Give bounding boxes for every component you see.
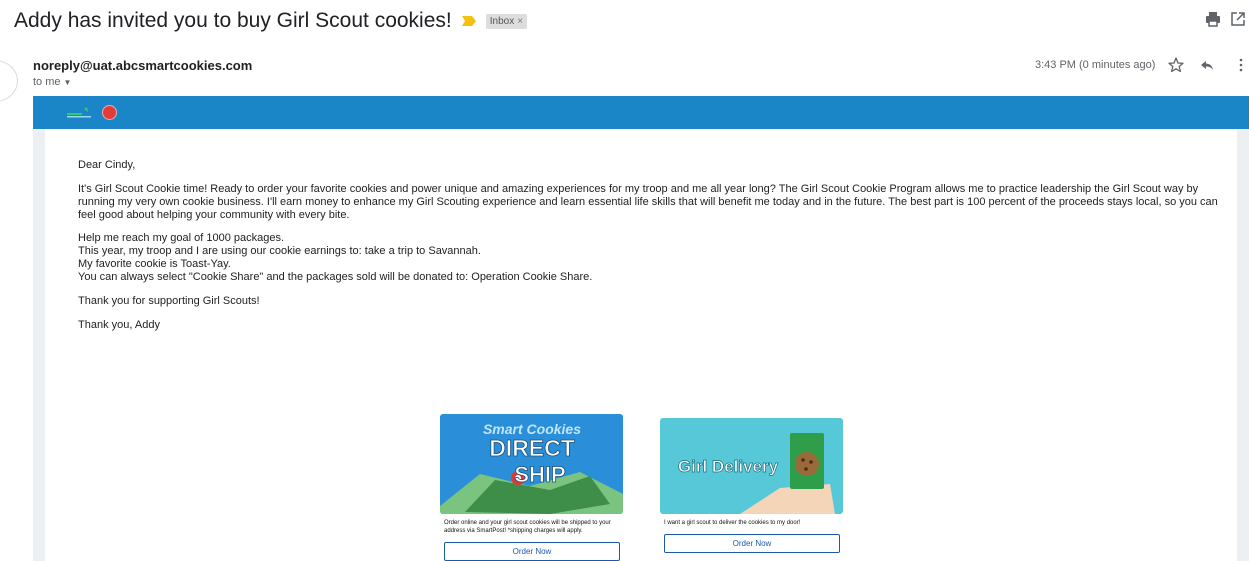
letter-favorite-line: My favorite cookie is Toast-Yay.	[78, 258, 231, 270]
email-body-frame: Dear Cindy, It's Girl Scout Cookie time!…	[33, 96, 1249, 561]
direct-ship-order-button[interactable]: Order Now	[444, 542, 620, 561]
remove-label-icon[interactable]: ×	[517, 16, 523, 27]
letter-goal-line: Help me reach my goal of 1000 packages.	[78, 232, 285, 244]
recipient-details[interactable]: to me ▼	[33, 76, 71, 88]
sender-avatar	[0, 60, 18, 102]
more-vertical-icon[interactable]	[1232, 56, 1249, 74]
girl-delivery-image[interactable]: Girl Delivery	[660, 418, 843, 514]
reply-icon[interactable]	[1198, 56, 1216, 74]
letter-intro-paragraph: It's Girl Scout Cookie time! Ready to or…	[78, 183, 1218, 221]
direct-ship-description: Order online and your girl scout cookies…	[444, 520, 611, 534]
abc-smart-cookies-logo	[102, 105, 117, 120]
girl-delivery-description: I want a girl scout to deliver the cooki…	[664, 520, 801, 526]
sender-address[interactable]: noreply@uat.abcsmartcookies.com	[33, 58, 252, 73]
email-subject-row: Addy has invited you to buy Girl Scout c…	[14, 6, 528, 36]
letter-body: Dear Cindy, It's Girl Scout Cookie time!…	[78, 159, 1228, 332]
print-icon[interactable]	[1205, 11, 1221, 27]
direct-ship-subtitle-text: SHIP	[514, 462, 565, 487]
direct-ship-image[interactable]: Smart Cookies DIRECT SHIP	[440, 414, 623, 514]
girl-scouts-logo	[67, 106, 93, 120]
girl-delivery-title-text: Girl Delivery	[678, 457, 779, 476]
letter-cookie-share-line: You can always select "Cookie Share" and…	[78, 271, 593, 283]
letter-thanks-line: Thank you for supporting Girl Scouts!	[78, 295, 260, 307]
chevron-down-icon[interactable]: ▼	[64, 78, 72, 87]
letter-signoff: Thank you, Addy	[78, 319, 160, 331]
email-header-bar	[33, 96, 1249, 129]
recipient-label: to me	[33, 76, 61, 88]
inbox-label-text: Inbox	[489, 15, 515, 27]
star-icon[interactable]	[1167, 56, 1185, 74]
email-timestamp: 3:43 PM (0 minutes ago)	[1035, 59, 1156, 71]
letter-earnings-line: This year, my troop and I are using our …	[78, 245, 481, 257]
email-content-card: Dear Cindy, It's Girl Scout Cookie time!…	[45, 129, 1237, 561]
girl-delivery-order-button[interactable]: Order Now	[664, 534, 840, 553]
direct-ship-title-text: DIRECT	[489, 435, 575, 461]
importance-marker-icon[interactable]	[461, 16, 476, 26]
letter-greeting: Dear Cindy,	[78, 159, 136, 171]
inbox-label-chip[interactable]: Inbox ×	[485, 13, 528, 29]
open-in-new-window-icon[interactable]	[1230, 11, 1246, 27]
email-subject: Addy has invited you to buy Girl Scout c…	[14, 9, 452, 32]
